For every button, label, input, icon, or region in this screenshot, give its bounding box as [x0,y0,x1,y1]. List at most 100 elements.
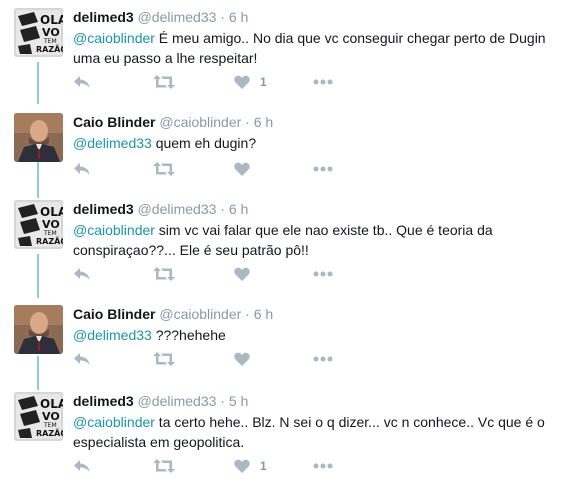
svg-text:RAZÃO: RAZÃO [36,236,63,246]
tweet-time[interactable]: 6 h [229,9,248,25]
author-name[interactable]: Caio Blinder [73,114,155,130]
more-button[interactable] [313,72,333,92]
author-handle[interactable]: @delimed33 [138,201,217,217]
heart-icon [234,75,250,89]
delimed-avatar-image: OLA VO TEM RAZÃO [14,392,63,441]
author-name[interactable]: Caio Blinder [73,306,155,322]
reply-icon [74,353,90,365]
thread-line [37,356,39,390]
tweet-header: delimed3 @delimed33 · 5 h [73,392,248,410]
mention-link[interactable]: @caioblinder [73,30,155,46]
more-icon [313,166,333,172]
svg-text:OLA: OLA [40,397,63,411]
tweet-time[interactable]: 6 h [229,201,248,217]
mention-link[interactable]: @caioblinder [73,414,155,430]
thread-line [37,62,39,104]
separator-dot: · [245,114,250,130]
tweet-actions: 1 [73,456,373,476]
tweet-header: delimed3 @delimed33 · 6 h [73,200,248,218]
tweet-time[interactable]: 6 h [254,114,273,130]
separator-dot: · [220,201,225,217]
mention-link[interactable]: @delimed33 [73,327,152,343]
like-button[interactable]: 1 [234,72,267,92]
like-button[interactable]: 1 [234,456,267,476]
tweet-time[interactable]: 5 h [229,393,248,409]
like-button[interactable] [234,264,250,284]
heart-icon [234,162,250,176]
separator-dot: · [245,306,250,322]
thread-line [37,162,39,198]
reply-icon [74,163,90,175]
author-name[interactable]: delimed3 [73,9,134,25]
author-handle[interactable]: @delimed33 [138,393,217,409]
heart-icon [234,352,250,366]
tweet-text: @caioblinder É meu amigo.. No dia que vc… [73,28,563,68]
retweet-icon [153,459,175,473]
avatar[interactable]: OLA VO TEM RAZÃO [14,200,63,249]
tweet-header: Caio Blinder @caioblinder · 6 h [73,305,273,323]
caio-avatar-image [14,305,63,354]
separator-dot: · [220,9,225,25]
tweet-time[interactable]: 6 h [254,306,273,322]
more-icon [313,356,333,362]
svg-text:OLA: OLA [40,205,63,219]
like-button[interactable] [234,349,250,369]
more-button[interactable] [313,456,333,476]
reply-button[interactable] [73,349,91,369]
retweet-icon [153,162,175,176]
reply-icon [74,460,90,472]
reply-icon [74,76,90,88]
tweet-body: quem eh dugin? [151,135,257,151]
tweet-header: delimed3 @delimed33 · 6 h [73,8,248,26]
author-handle[interactable]: @caioblinder [159,114,241,130]
retweet-button[interactable] [153,72,175,92]
author-handle[interactable]: @caioblinder [159,306,241,322]
tweet-body: ???hehehe [151,327,226,343]
avatar-logo-text: OLA [40,13,63,27]
more-button[interactable] [313,264,333,284]
mention-link[interactable]: @delimed33 [73,135,152,151]
thread-line [37,254,39,298]
tweet-actions [73,264,373,284]
caio-avatar-image [14,113,63,162]
reply-button[interactable] [73,456,91,476]
avatar[interactable]: OLA VO TEM RAZÃO [14,392,63,441]
tweet-text: @caioblinder sim vc vai falar que ele na… [73,220,563,260]
author-name[interactable]: delimed3 [73,201,134,217]
more-button[interactable] [313,159,333,179]
retweet-button[interactable] [153,456,175,476]
svg-text:TEM: TEM [43,422,57,429]
tweet-text: @caioblinder ta certo hehe.. Blz. N sei … [73,412,563,452]
tweet-text: @delimed33 ???hehehe [73,325,563,345]
tweet-actions: 1 [73,72,373,92]
author-handle[interactable]: @delimed33 [138,9,217,25]
like-button[interactable] [234,159,250,179]
tweet-actions [73,159,373,179]
retweet-button[interactable] [153,159,175,179]
reply-icon [74,268,90,280]
retweet-icon [153,75,175,89]
avatar[interactable] [14,113,63,162]
avatar[interactable] [14,305,63,354]
reply-button[interactable] [73,264,91,284]
avatar[interactable]: OLA VO TEM RAZÃO [14,8,63,57]
like-count: 1 [260,75,267,89]
tweet-actions [73,349,373,369]
svg-text:TEM: TEM [43,38,57,45]
more-button[interactable] [313,349,333,369]
retweet-icon [153,267,175,281]
author-name[interactable]: delimed3 [73,393,134,409]
tweet-text: @delimed33 quem eh dugin? [73,133,563,153]
svg-text:RAZÃO: RAZÃO [36,428,63,438]
reply-button[interactable] [73,159,91,179]
svg-text:TEM: TEM [43,230,57,237]
retweet-button[interactable] [153,349,175,369]
delimed-avatar-image: OLA VO TEM RAZÃO [14,8,63,57]
tweet-header: Caio Blinder @caioblinder · 6 h [73,113,273,131]
retweet-button[interactable] [153,264,175,284]
retweet-icon [153,352,175,366]
reply-button[interactable] [73,72,91,92]
svg-text:RAZÃO: RAZÃO [36,44,63,54]
mention-link[interactable]: @caioblinder [73,222,155,238]
delimed-avatar-image: OLA VO TEM RAZÃO [14,200,63,249]
